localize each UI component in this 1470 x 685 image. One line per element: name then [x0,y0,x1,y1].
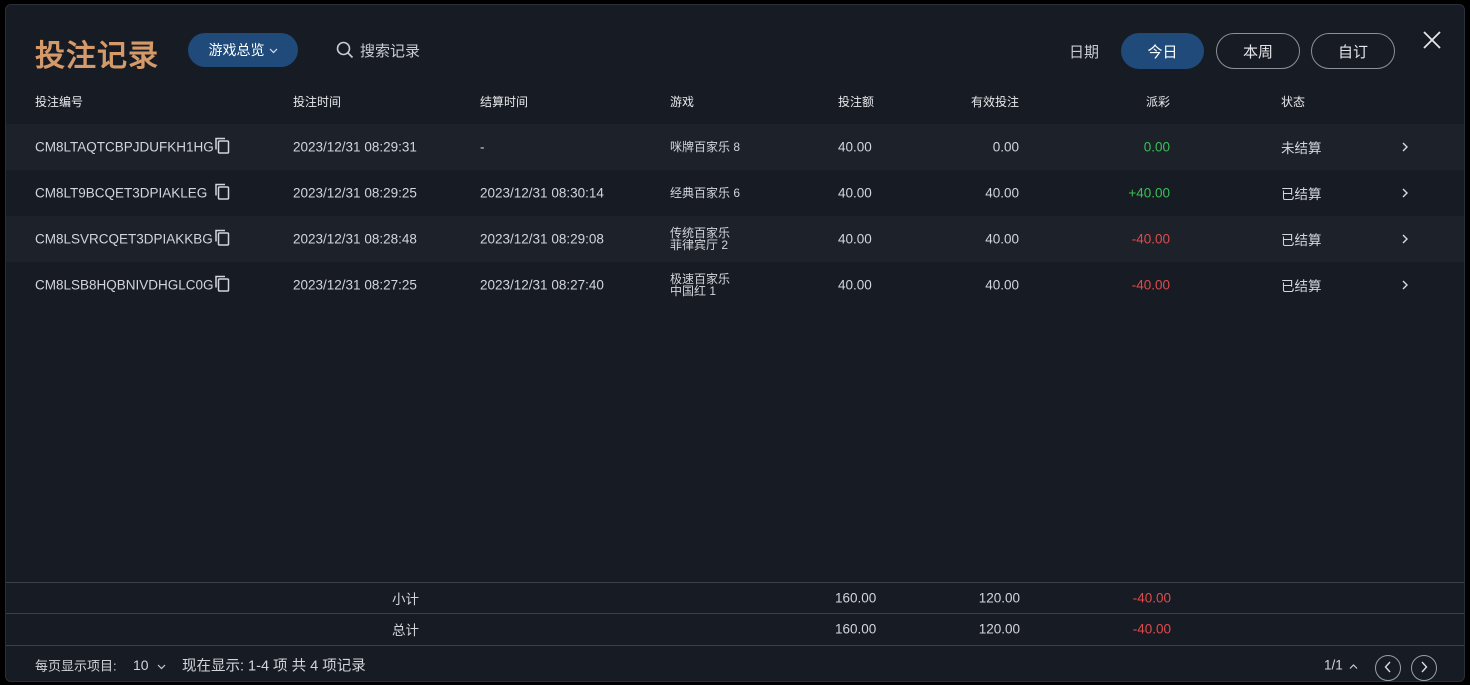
search-records[interactable]: 搜索记录 [336,39,420,61]
bet-id: CM8LSB8HQBNIVDHGLC0G [35,277,214,293]
col-game: 游戏 [670,95,695,109]
chevron-down-icon [269,46,278,56]
game-filter-dropdown[interactable]: 游戏总览 [188,33,298,67]
status: 已结算 [1281,279,1322,294]
total-row: 总计 160.00 120.00 -40.00 [6,614,1464,644]
table-row[interactable]: CM8LSB8HQBNIVDHGLC0G 2023/12/31 08:27:25… [6,262,1464,308]
game-name-line2: 菲律宾厅 2 [670,238,729,252]
table-row[interactable]: CM8LSVRCQET3DPIAKKBG 2023/12/31 08:28:48… [6,216,1464,262]
bet-time: 2023/12/31 08:27:25 [293,277,417,293]
status: 已结算 [1281,187,1322,202]
subtotal-amount: 160.00 [835,590,877,606]
page-select[interactable]: 1/1 [1324,658,1358,673]
payout: +40.00 [1128,185,1170,201]
col-bet-time: 投注时间 [293,95,342,109]
game-name: 极速百家乐 中国红 1 [670,273,730,297]
col-status: 状态 [1281,95,1306,109]
bet-id: CM8LT9BCQET3DPIAKLEG [35,185,208,201]
total-amount: 160.00 [835,621,877,637]
subtotal-valid: 120.00 [978,590,1020,606]
valid-bet: 40.00 [985,277,1019,293]
game-name-line2: 中国红 1 [670,284,717,298]
valid-bet: 40.00 [985,185,1019,201]
game-name: 咪牌百家乐 8 [670,141,740,153]
page-title: 投注记录 [35,40,159,73]
game-name-line1: 咪牌百家乐 8 [670,140,741,154]
game-name: 经典百家乐 6 [670,187,740,199]
bet-amount: 40.00 [838,185,872,201]
showing-text: 现在显示: 1-4 项 共 4 项记录 [182,658,366,675]
subtotal-label: 小计 [392,592,419,607]
col-bet-id: 投注编号 [35,95,84,109]
copy-icon[interactable] [214,183,230,204]
game-name-line1: 经典百家乐 6 [670,186,741,200]
game-filter-label: 游戏总览 [208,42,265,58]
bet-records-panel: 投注记录 游戏总览 搜索记录 日期 今日 本周 自订 投注编号 投注时间 结算时… [5,4,1465,682]
bet-amount: 40.00 [838,231,872,247]
pagination-footer: 每页显示项目: 10 现在显示: 1-4 项 共 4 项记录 1/1 [6,647,1464,681]
settle-time: 2023/12/31 08:30:14 [480,185,604,201]
period-week-button[interactable]: 本周 [1216,33,1300,69]
status: 未结算 [1281,141,1322,156]
total-label: 总计 [392,623,419,638]
next-page-button[interactable] [1411,655,1437,681]
bet-time: 2023/12/31 08:29:31 [293,139,417,155]
payout: 0.00 [1143,139,1170,155]
col-valid-bet: 有效投注 [970,95,1019,109]
chevron-up-icon [1349,658,1358,673]
bet-amount: 40.00 [838,139,872,155]
chevron-right-icon [1420,661,1428,676]
valid-bet: 0.00 [992,139,1019,155]
per-page-value: 10 [133,657,149,673]
subtotal-row: 小计 160.00 120.00 -40.00 [6,583,1464,613]
period-today-button[interactable]: 今日 [1121,33,1204,69]
chevron-right-icon[interactable] [1401,231,1409,247]
bet-id: CM8LTAQTCBPJDUFKH1HG [35,139,214,155]
footer-divider [6,645,1464,646]
game-name: 传统百家乐 菲律宾厅 2 [670,227,730,251]
subtotal-payout: -40.00 [1132,590,1171,606]
prev-page-button[interactable] [1375,655,1401,681]
bet-amount: 40.00 [838,277,872,293]
payout: -40.00 [1131,231,1170,247]
settle-time: 2023/12/31 08:27:40 [480,277,604,293]
page-indicator: 1/1 [1324,657,1343,673]
date-label: 日期 [1069,44,1100,61]
chevron-right-icon[interactable] [1401,139,1409,155]
search-icon [336,41,354,59]
table-row[interactable]: CM8LTAQTCBPJDUFKH1HG 2023/12/31 08:29:31… [6,124,1464,170]
bet-time: 2023/12/31 08:28:48 [293,231,417,247]
bet-id: CM8LSVRCQET3DPIAKKBG [35,231,213,247]
payout: -40.00 [1131,277,1170,293]
chevron-right-icon[interactable] [1401,277,1409,293]
copy-icon[interactable] [214,137,230,158]
period-custom-button[interactable]: 自订 [1311,33,1395,69]
table-header: 投注编号 投注时间 结算时间 游戏 投注额 有效投注 派彩 状态 [6,93,1464,119]
status: 已结算 [1281,233,1322,248]
col-payout: 派彩 [1145,95,1170,109]
close-icon[interactable] [1421,29,1443,51]
chevron-right-icon[interactable] [1401,185,1409,201]
total-payout: -40.00 [1132,621,1171,637]
per-page-label: 每页显示项目: [35,658,117,674]
table-row[interactable]: CM8LT9BCQET3DPIAKLEG 2023/12/31 08:29:25… [6,170,1464,216]
bet-time: 2023/12/31 08:29:25 [293,185,417,201]
settle-time: - [480,139,485,155]
copy-icon[interactable] [214,275,230,296]
search-placeholder: 搜索记录 [360,42,421,60]
total-valid: 120.00 [978,621,1020,637]
valid-bet: 40.00 [985,231,1019,247]
col-settle-time: 结算时间 [480,95,529,109]
col-amount: 投注额 [838,95,875,109]
chevron-left-icon [1384,661,1392,676]
settle-time: 2023/12/31 08:29:08 [480,231,604,247]
chevron-down-icon [157,657,166,673]
per-page-select[interactable]: 10 [133,657,166,673]
copy-icon[interactable] [214,229,230,250]
